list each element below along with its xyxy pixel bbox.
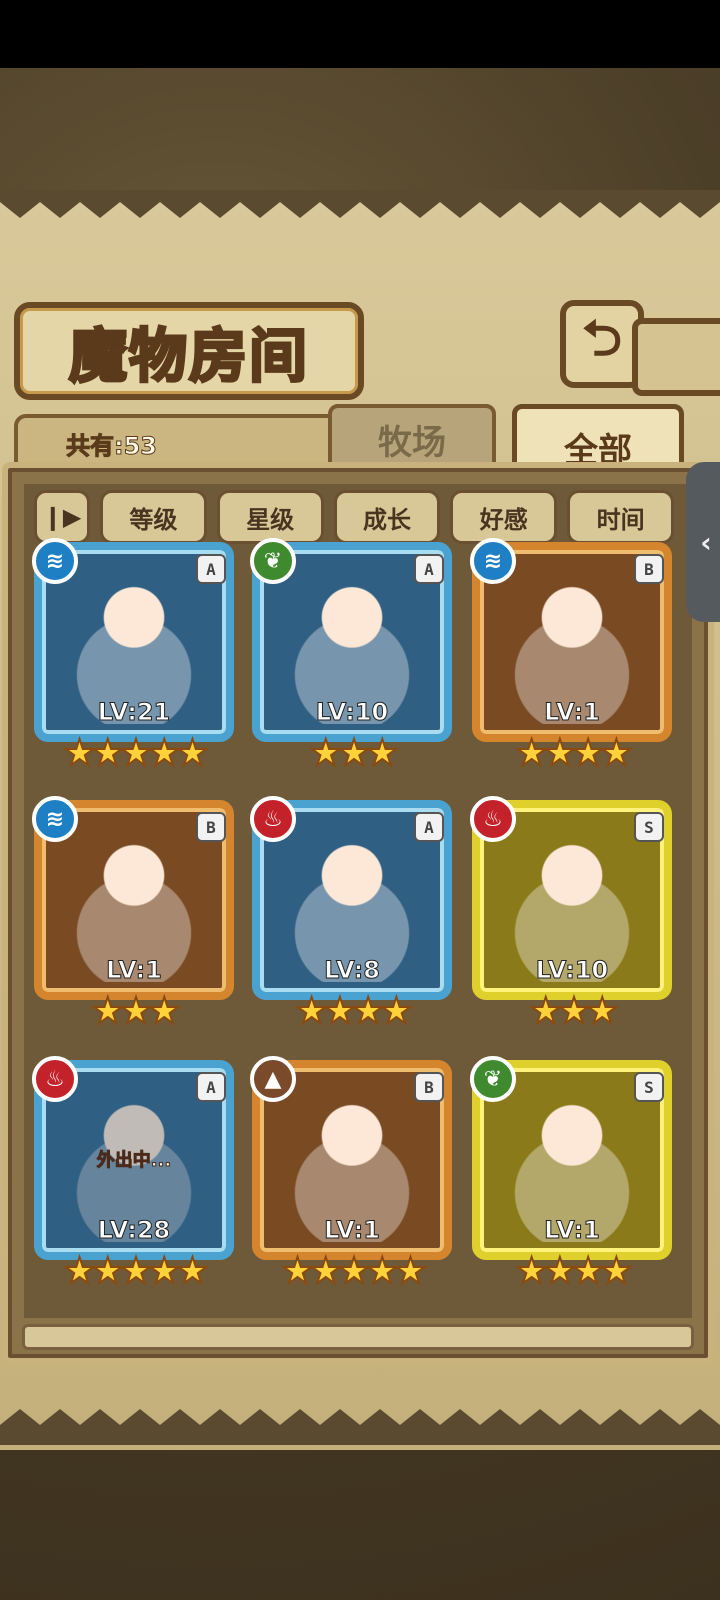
fire-element-icon: ♨ <box>250 796 296 842</box>
star-rating: ★★★★★ <box>62 1251 209 1293</box>
rank-badge: B <box>634 554 664 584</box>
level-label: LV:10 <box>315 698 389 727</box>
rank-badge: S <box>634 812 664 842</box>
monster-card[interactable]: ❦ A LV:10 ★★★ <box>250 538 458 780</box>
sort-by-level-button[interactable]: 等级 <box>100 490 207 544</box>
side-drawer-handle[interactable]: ‹ <box>686 462 720 622</box>
monster-card[interactable]: ▲ B LV:1 ★★★★★ <box>250 1056 458 1298</box>
level-label: LV:8 <box>324 956 381 985</box>
rank-badge: A <box>414 812 444 842</box>
rank-badge: A <box>196 554 226 584</box>
monster-card[interactable]: ♨ S LV:10 ★★★ <box>470 796 678 1038</box>
star-rating: ★★★★ <box>514 733 633 775</box>
monster-card[interactable]: ♨ A LV:8 ★★★★ <box>250 796 458 1038</box>
star-rating: ★★★ <box>309 733 400 775</box>
header-rail <box>632 318 720 396</box>
sort-by-stars-button[interactable]: 星级 <box>216 490 324 544</box>
monster-count: 共有:53 <box>66 432 158 461</box>
fire-element-icon: ♨ <box>470 796 516 842</box>
star-rating: ★★★★★ <box>280 1251 427 1293</box>
level-label: LV:1 <box>544 698 601 727</box>
fire-element-icon: ♨ <box>32 1056 78 1102</box>
monster-card[interactable]: ❦ S LV:1 ★★★★ <box>470 1056 678 1298</box>
nature-element-icon: ❦ <box>250 538 296 584</box>
page-title: 魔物房间 <box>67 321 309 392</box>
status-bar-area <box>0 0 720 68</box>
star-rating: ★★★★ <box>294 991 413 1033</box>
sort-by-growth-button[interactable]: 成长 <box>333 490 441 544</box>
sort-bar: ❙▶ 等级 星级 成长 好感 时间 <box>34 490 674 544</box>
star-rating: ★★★ <box>91 991 182 1033</box>
water-element-icon: ≋ <box>32 796 78 842</box>
tab-ranch-label: 牧场 <box>378 422 446 463</box>
sort-by-time-button[interactable]: 时间 <box>567 490 674 544</box>
earth-element-icon: ▲ <box>250 1056 296 1102</box>
rank-badge: S <box>634 1072 664 1102</box>
return-arrow-icon: ⮌ <box>581 308 623 367</box>
rank-badge: B <box>196 812 226 842</box>
panel-bottom-rail <box>22 1324 694 1350</box>
sort-by-affection-button[interactable]: 好感 <box>450 490 558 544</box>
level-label: LV:1 <box>324 1216 381 1245</box>
zigzag-border-bottom <box>0 1409 720 1445</box>
rank-badge: B <box>414 1072 444 1102</box>
star-rating: ★★★ <box>529 991 620 1033</box>
level-label: LV:1 <box>544 1216 601 1245</box>
level-label: LV:1 <box>106 956 163 985</box>
title-plate: 魔物房间 <box>14 302 364 400</box>
monster-card[interactable]: ≋ B LV:1 ★★★★ <box>470 538 678 780</box>
sort-order-toggle[interactable]: ❙▶ <box>34 490 90 544</box>
monster-card[interactable]: ♨ A 外出中... LV:28 ★★★★★ <box>32 1056 240 1298</box>
zigzag-border-top <box>0 190 720 218</box>
star-rating: ★★★★ <box>514 1251 633 1293</box>
level-label: LV:21 <box>97 698 171 727</box>
water-element-icon: ≋ <box>470 538 516 584</box>
nature-element-icon: ❦ <box>470 1056 516 1102</box>
water-element-icon: ≋ <box>32 538 78 584</box>
away-status: 外出中... <box>96 1150 172 1172</box>
level-label: LV:10 <box>535 956 609 985</box>
monster-card[interactable]: ≋ A LV:21 ★★★★★ <box>32 538 240 780</box>
star-rating: ★★★★★ <box>62 733 209 775</box>
pause-toggle-icon: ❙▶ <box>42 503 82 531</box>
rank-badge: A <box>196 1072 226 1102</box>
rank-badge: A <box>414 554 444 584</box>
level-label: LV:28 <box>97 1216 171 1245</box>
chevron-left-icon: ‹ <box>700 525 712 559</box>
monster-card[interactable]: ≋ B LV:1 ★★★ <box>32 796 240 1038</box>
